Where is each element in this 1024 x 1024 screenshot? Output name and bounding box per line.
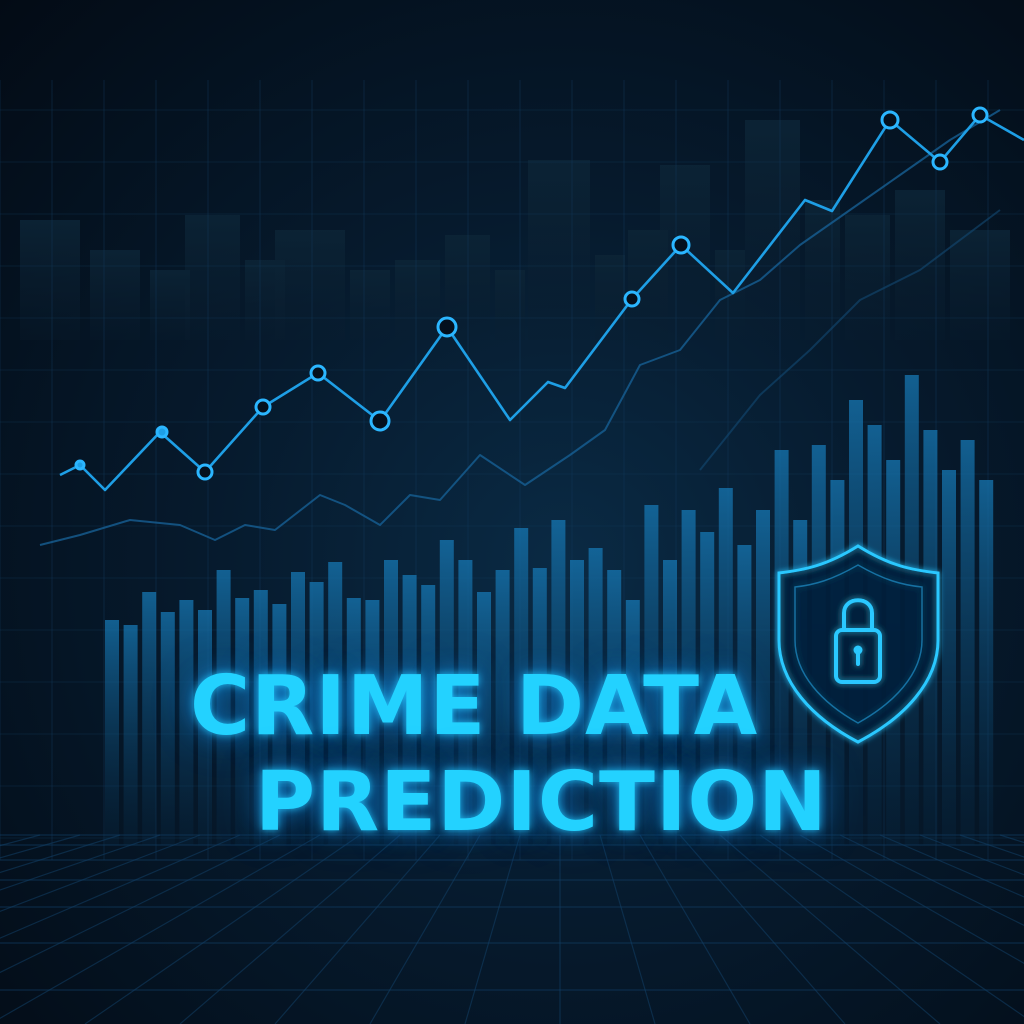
floor-line	[719, 834, 941, 1024]
hero-banner: CRIME DATA PREDICTION	[0, 0, 1024, 1024]
bar	[979, 480, 994, 845]
floor-line	[839, 834, 1024, 926]
data-point-marker	[880, 110, 900, 130]
floor-line	[919, 834, 1024, 876]
building	[275, 230, 345, 340]
data-point-marker	[74, 459, 86, 471]
building	[745, 120, 800, 340]
floor-line	[464, 834, 521, 1024]
data-point-marker	[931, 153, 949, 171]
floor-line	[0, 834, 321, 1019]
bar	[123, 625, 138, 845]
data-point-marker	[623, 290, 641, 308]
floor-line	[369, 834, 481, 1024]
data-point-marker	[971, 106, 989, 124]
data-point-marker	[254, 398, 272, 416]
floor-line	[759, 834, 1024, 1018]
building	[90, 250, 140, 340]
data-point-marker	[155, 425, 169, 439]
floor-line	[799, 834, 1024, 964]
floor-line	[0, 834, 281, 974]
floor-line	[274, 834, 441, 1024]
building	[950, 230, 1010, 340]
floor-line	[639, 834, 751, 1024]
building	[845, 215, 890, 340]
title-line-2: PREDICTION	[255, 755, 828, 850]
data-point-marker	[196, 463, 214, 481]
floor-line	[999, 834, 1024, 844]
building	[20, 220, 80, 340]
floor-line	[599, 834, 656, 1024]
floor-line	[0, 834, 161, 891]
building	[350, 270, 390, 340]
data-point-marker	[436, 316, 458, 338]
building	[185, 215, 240, 340]
data-point-marker	[369, 410, 391, 432]
bar	[160, 612, 175, 845]
bar	[960, 440, 975, 845]
city-skyline	[20, 120, 1010, 340]
background-artwork	[0, 80, 1024, 1024]
perspective-floor-grid	[0, 834, 1024, 1024]
building	[395, 260, 440, 340]
data-point-marker	[309, 364, 327, 382]
floor-line	[0, 834, 121, 874]
floor-line	[959, 834, 1024, 858]
floor-line	[179, 834, 401, 1024]
floor-line	[879, 834, 1024, 898]
floor-line	[679, 834, 846, 1024]
bar	[105, 620, 119, 845]
building	[528, 160, 590, 340]
bar	[142, 592, 157, 845]
data-point-marker	[671, 235, 691, 255]
title-line-1: CRIME DATA	[190, 659, 759, 754]
bar	[942, 470, 956, 845]
floor-line	[0, 834, 241, 939]
